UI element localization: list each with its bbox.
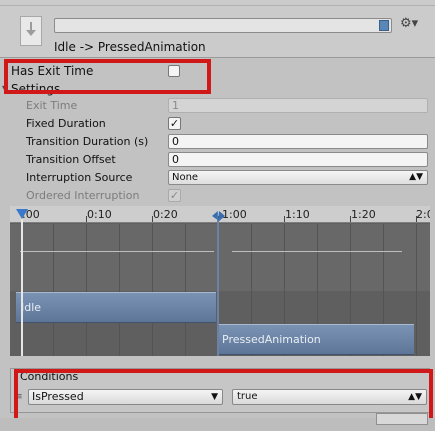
grid-line	[416, 224, 417, 356]
ordered-interruption-row: Ordered Interruption ✓	[0, 187, 435, 205]
list-footer	[0, 418, 435, 431]
transition-offset-row: Transition Offset 0	[0, 151, 435, 169]
dropdown-arrow-icon: ▲▼	[409, 172, 423, 182]
fixed-duration-row: Fixed Duration ✓	[0, 115, 435, 133]
exit-time-field[interactable]: 1	[168, 98, 428, 113]
ruler-tick	[350, 216, 351, 222]
source-curve-line	[20, 251, 214, 252]
header-object-field[interactable]	[54, 18, 392, 33]
ruler-tick	[416, 216, 417, 222]
timeline-graph-band	[10, 224, 430, 291]
fixed-duration-checkbox[interactable]: ✓	[168, 117, 181, 130]
tick-label: 0:10	[87, 208, 112, 221]
ordered-interruption-checkbox[interactable]: ✓	[168, 189, 181, 202]
transition-duration-field[interactable]: 0	[168, 134, 428, 149]
interruption-source-dropdown[interactable]: None ▲▼	[168, 170, 428, 185]
header-divider	[0, 0, 435, 6]
ruler-tick	[284, 216, 285, 222]
tick-label: 1:10	[285, 208, 310, 221]
interruption-source-value: None	[172, 172, 199, 183]
transition-offset-label: Transition Offset	[26, 153, 116, 166]
transition-end-line	[217, 219, 219, 356]
ruler-tick	[86, 216, 87, 222]
tick-label: 1:00	[222, 208, 247, 221]
help-book-icon[interactable]	[379, 20, 389, 31]
add-remove-condition-buttons[interactable]	[376, 413, 428, 425]
grid-line	[86, 224, 87, 356]
grid-line	[152, 224, 153, 356]
grid-line	[185, 224, 186, 356]
highlight-box-conditions	[14, 369, 433, 422]
interruption-source-row: Interruption Source None ▲▼	[0, 169, 435, 187]
interruption-source-label: Interruption Source	[26, 171, 133, 184]
transition-timeline[interactable]: :00 0:10 0:20 1:00 1:10 1:20 2:0 Idle Pr…	[10, 206, 430, 356]
idle-clip-bar[interactable]: Idle	[16, 292, 216, 323]
ruler-tick	[152, 216, 153, 222]
exit-time-row: Exit Time 1	[0, 97, 435, 115]
transition-duration-row: Transition Duration (s) 0	[0, 133, 435, 151]
transition-offset-field[interactable]: 0	[168, 152, 428, 167]
gear-icon[interactable]: ⚙▾	[400, 16, 418, 31]
destination-curve-line	[232, 251, 402, 252]
highlight-box-exit-time	[4, 59, 211, 94]
tick-label: 1:20	[351, 208, 376, 221]
exit-time-label: Exit Time	[26, 99, 78, 112]
transition-duration-label: Transition Duration (s)	[26, 135, 149, 148]
transition-title: Idle -> PressedAnimation	[54, 40, 206, 54]
transition-icon	[20, 16, 42, 46]
tick-label: 0:20	[153, 208, 178, 221]
ordered-interruption-label: Ordered Interruption	[26, 189, 140, 202]
tick-label: 2:0	[416, 208, 430, 221]
transition-start-line	[21, 219, 23, 356]
grid-line	[53, 224, 54, 356]
fixed-duration-label: Fixed Duration	[26, 117, 106, 130]
pressed-animation-clip-bar[interactable]: PressedAnimation	[217, 324, 414, 355]
transition-start-marker-icon[interactable]	[16, 209, 28, 219]
transition-header: ⚙▾ Idle -> PressedAnimation	[0, 0, 435, 58]
grid-line	[119, 224, 120, 356]
